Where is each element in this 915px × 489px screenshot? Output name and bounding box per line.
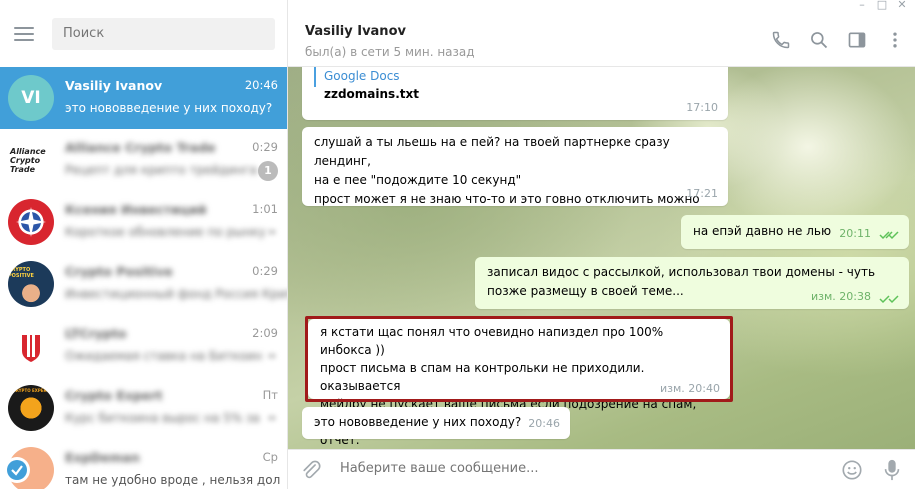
chat-preview: Ожидаемая ставка на Биткоин — [65, 349, 263, 363]
chat-name: Ксения Инвестиций — [65, 202, 207, 217]
file-name[interactable]: zzdomains.txt — [314, 85, 716, 104]
peer-name[interactable]: Vasiliy Ivanov — [305, 24, 406, 39]
avatar — [8, 323, 54, 369]
message-time: изм. 20:38 — [811, 290, 871, 303]
chat-name: LTCrypto — [65, 326, 127, 341]
microphone-icon[interactable] — [881, 458, 903, 482]
chat-preview: там не удобно вроде , нельзя дол — [65, 473, 281, 487]
message-bubble[interactable]: это нововведение у них походу? 20:46 — [302, 407, 570, 439]
message-line: на е пее "подождите 10 секунд" — [314, 173, 522, 187]
more-icon[interactable] — [883, 28, 907, 52]
chat-name: Alliance Crypto Trade — [65, 140, 216, 155]
chat-preview: это нововведение у них походу? — [65, 101, 273, 115]
chat-time: 1:01 — [252, 202, 278, 216]
chat-item-expdeman[interactable]: ExpDeman Ср там не удобно вроде , нельзя… — [0, 439, 287, 489]
chat-time: 0:29 — [252, 264, 278, 278]
message-time: 20:11 — [839, 227, 871, 240]
peer-status: был(а) в сети 5 мин. назад — [305, 45, 475, 59]
chat-list-panel: VI Vasiliy Ivanov 20:46 это нововведение… — [0, 0, 288, 489]
phone-icon[interactable] — [769, 28, 793, 52]
chat-time: 20:46 — [244, 78, 278, 92]
muted-indicator — [268, 415, 276, 421]
message-bubble[interactable]: Google Docs zzdomains.txt 17:10 — [302, 67, 728, 120]
search-input[interactable] — [52, 17, 275, 50]
chat-name: Crypto Positive — [65, 264, 173, 279]
chat-item-crypto-positive[interactable]: CRYPTO POSITIVE Crypto Positive 0:29 Инв… — [0, 253, 287, 315]
chat-preview: Инвестиционный фонд Россия Криптова — [65, 287, 287, 301]
chat-list-header — [0, 0, 287, 67]
message-line: слушай а ты льешь на е пей? на твоей пар… — [314, 135, 670, 168]
message-bubble[interactable]: слушай а ты льешь на е пей? на твоей пар… — [302, 127, 728, 206]
message-bubble-outgoing[interactable]: записал видос с рассылкой, использовал т… — [475, 257, 909, 309]
message-bubble-outgoing[interactable]: на епэй давно не лью 20:11 — [681, 215, 909, 249]
read-checks-icon — [879, 295, 899, 304]
link-title[interactable]: Google Docs — [324, 67, 716, 86]
avatar: Alliance Crypto Trade — [8, 137, 54, 183]
chat-item-alliance-crypto-trade[interactable]: Alliance Crypto Trade Alliance Crypto Tr… — [0, 129, 287, 191]
chat-time: 2:09 — [252, 326, 278, 340]
message-line: прост может я не знаю что-то и это говно… — [314, 192, 700, 206]
message-line: это нововведение у них походу? — [314, 415, 522, 429]
verified-icon — [4, 457, 30, 483]
message-input[interactable] — [340, 461, 820, 476]
chat-preview: Курс биткоина вырос на 5% за — [65, 411, 260, 425]
chat-name: ExpDeman — [65, 450, 140, 465]
chat-item-vasiliy-ivanov[interactable]: VI Vasiliy Ivanov 20:46 это нововведение… — [0, 67, 287, 129]
chat-time: Ср — [262, 450, 278, 464]
shield-logo-icon — [22, 335, 40, 362]
chat-time: Пт — [262, 388, 278, 402]
chat-preview: Рецепт для крипто трейдинга ... — [65, 163, 273, 177]
chat-item-ltcrypto[interactable]: LTCrypto 2:09 Ожидаемая ставка на Биткои… — [0, 315, 287, 377]
read-checks-icon — [879, 231, 899, 240]
muted-indicator — [268, 229, 276, 235]
chat-name: Vasiliy Ivanov — [65, 78, 163, 93]
search-icon[interactable] — [807, 28, 831, 52]
header-actions — [769, 28, 907, 52]
menu-icon[interactable] — [14, 26, 34, 41]
message-time: 17:10 — [686, 101, 718, 114]
avatar — [8, 199, 54, 245]
chat-time: 0:29 — [252, 140, 278, 154]
chat-item-crypto-expert[interactable]: CRYPTO EXPERT Crypto Expert Пт Курс битк… — [0, 377, 287, 439]
muted-indicator — [268, 353, 276, 359]
chat-item-ksenia-investments[interactable]: Ксения Инвестиций 1:01 Короткое обновлен… — [0, 191, 287, 253]
message-time: 17:21 — [686, 187, 718, 200]
highlight-box — [305, 316, 733, 402]
message-history[interactable]: Google Docs zzdomains.txt 17:10 слушай а… — [288, 67, 915, 449]
compass-icon — [16, 207, 46, 237]
chat-preview: Короткое обновление по рынку — [65, 225, 266, 239]
emoji-icon[interactable] — [841, 459, 863, 481]
quote-bar — [314, 67, 316, 87]
conversation-panel: Vasiliy Ivanov был(а) в сети 5 мин. наза… — [288, 0, 915, 489]
message-line: записал видос с рассылкой, использовал т… — [487, 265, 876, 279]
attach-icon[interactable] — [300, 459, 322, 481]
conversation-header: Vasiliy Ivanov был(а) в сети 5 мин. наза… — [288, 12, 915, 67]
avatar: CRYPTO EXPERT — [8, 385, 54, 431]
avatar: CRYPTO POSITIVE — [8, 261, 54, 307]
chat-name: Crypto Expert — [65, 388, 163, 403]
unread-badge: 1 — [258, 161, 278, 181]
sidebar-toggle-icon[interactable] — [845, 28, 869, 52]
message-time: 20:46 — [528, 417, 560, 430]
message-composer — [288, 449, 915, 489]
avatar: VI — [8, 75, 54, 121]
